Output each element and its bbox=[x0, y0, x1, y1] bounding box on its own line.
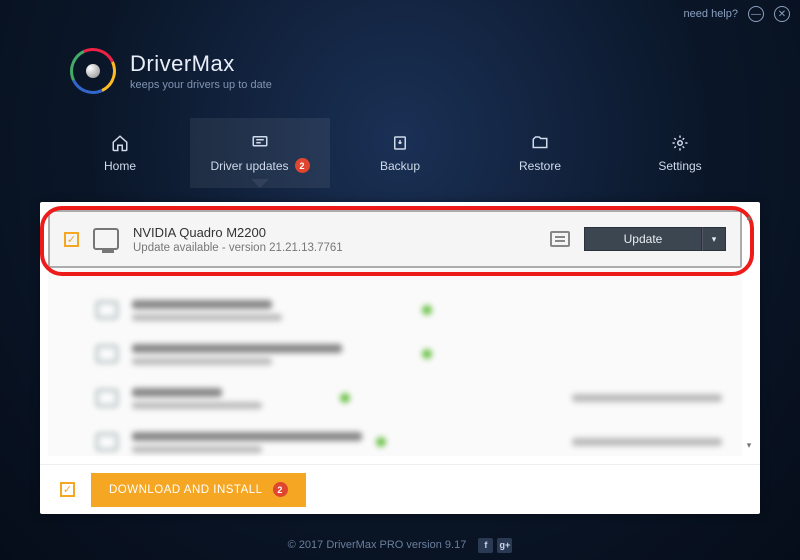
driver-name: NVIDIA Quadro M2200 bbox=[133, 225, 536, 240]
backup-icon bbox=[389, 134, 411, 152]
tab-restore-label: Restore bbox=[519, 159, 561, 173]
updates-count-badge: 2 bbox=[295, 158, 310, 173]
panel-footer: ✓ DOWNLOAD AND INSTALL 2 bbox=[40, 464, 760, 514]
status-dot-icon bbox=[422, 349, 432, 359]
status-dot-icon bbox=[376, 437, 386, 447]
release-notes-icon[interactable] bbox=[550, 231, 570, 247]
updates-icon bbox=[249, 133, 271, 151]
scrollbar[interactable]: ▴ ▾ bbox=[744, 212, 754, 452]
app-subtitle: keeps your drivers up to date bbox=[130, 79, 272, 91]
device-icon bbox=[96, 301, 118, 319]
download-count-badge: 2 bbox=[273, 482, 288, 497]
restore-icon bbox=[529, 134, 551, 152]
tab-backup[interactable]: Backup bbox=[330, 118, 470, 188]
tab-backup-label: Backup bbox=[380, 159, 420, 173]
scroll-up-icon[interactable]: ▴ bbox=[744, 212, 754, 224]
device-icon bbox=[96, 345, 118, 363]
row-right-text bbox=[572, 438, 722, 446]
status-dot-icon bbox=[422, 305, 432, 315]
googleplus-icon[interactable]: g+ bbox=[497, 538, 512, 553]
need-help-link[interactable]: need help? bbox=[684, 8, 738, 20]
tab-settings[interactable]: Settings bbox=[610, 118, 750, 188]
facebook-icon[interactable]: f bbox=[478, 538, 493, 553]
minimize-icon[interactable]: — bbox=[748, 6, 764, 22]
settings-icon bbox=[669, 134, 691, 152]
home-icon bbox=[109, 134, 131, 152]
driver-row-blurred bbox=[48, 332, 742, 376]
driver-row-blurred bbox=[48, 288, 742, 332]
scroll-down-icon[interactable]: ▾ bbox=[744, 440, 754, 452]
tab-home[interactable]: Home bbox=[50, 118, 190, 188]
device-icon bbox=[96, 389, 118, 407]
download-install-button[interactable]: DOWNLOAD AND INSTALL 2 bbox=[91, 473, 306, 507]
close-icon[interactable]: ✕ bbox=[774, 6, 790, 22]
tab-settings-label: Settings bbox=[658, 159, 701, 173]
update-dropdown-button[interactable]: ▾ bbox=[702, 227, 726, 251]
driver-status: Update available - version 21.21.13.7761 bbox=[133, 242, 536, 254]
driver-list: ✓ NVIDIA Quadro M2200 Update available -… bbox=[48, 210, 742, 456]
brand-block: DriverMax keeps your drivers up to date bbox=[70, 48, 272, 94]
update-button-group: Update ▾ bbox=[584, 227, 726, 251]
footer-text: © 2017 DriverMax PRO version 9.17 bbox=[288, 539, 467, 551]
tab-home-label: Home bbox=[104, 159, 136, 173]
tab-driver-updates[interactable]: Driver updates 2 bbox=[190, 118, 330, 188]
device-icon bbox=[96, 433, 118, 451]
tab-restore[interactable]: Restore bbox=[470, 118, 610, 188]
main-tabs: Home Driver updates 2 Backup Restore Set… bbox=[50, 118, 750, 188]
app-logo-icon bbox=[70, 48, 116, 94]
app-title: DriverMax bbox=[130, 51, 272, 77]
driver-row-blurred bbox=[48, 376, 742, 420]
driver-row-highlighted[interactable]: ✓ NVIDIA Quadro M2200 Update available -… bbox=[48, 210, 742, 268]
download-install-label: DOWNLOAD AND INSTALL bbox=[109, 484, 263, 496]
row-right-text bbox=[572, 394, 722, 402]
content-panel: ✓ NVIDIA Quadro M2200 Update available -… bbox=[40, 202, 760, 514]
status-dot-icon bbox=[340, 393, 350, 403]
driver-row-blurred bbox=[48, 420, 742, 464]
select-all-checkbox[interactable]: ✓ bbox=[60, 482, 75, 497]
app-footer: © 2017 DriverMax PRO version 9.17 f g+ bbox=[0, 530, 800, 560]
update-button[interactable]: Update bbox=[584, 227, 702, 251]
driver-checkbox[interactable]: ✓ bbox=[64, 232, 79, 247]
tab-updates-label: Driver updates bbox=[210, 159, 288, 173]
monitor-icon bbox=[93, 228, 119, 250]
